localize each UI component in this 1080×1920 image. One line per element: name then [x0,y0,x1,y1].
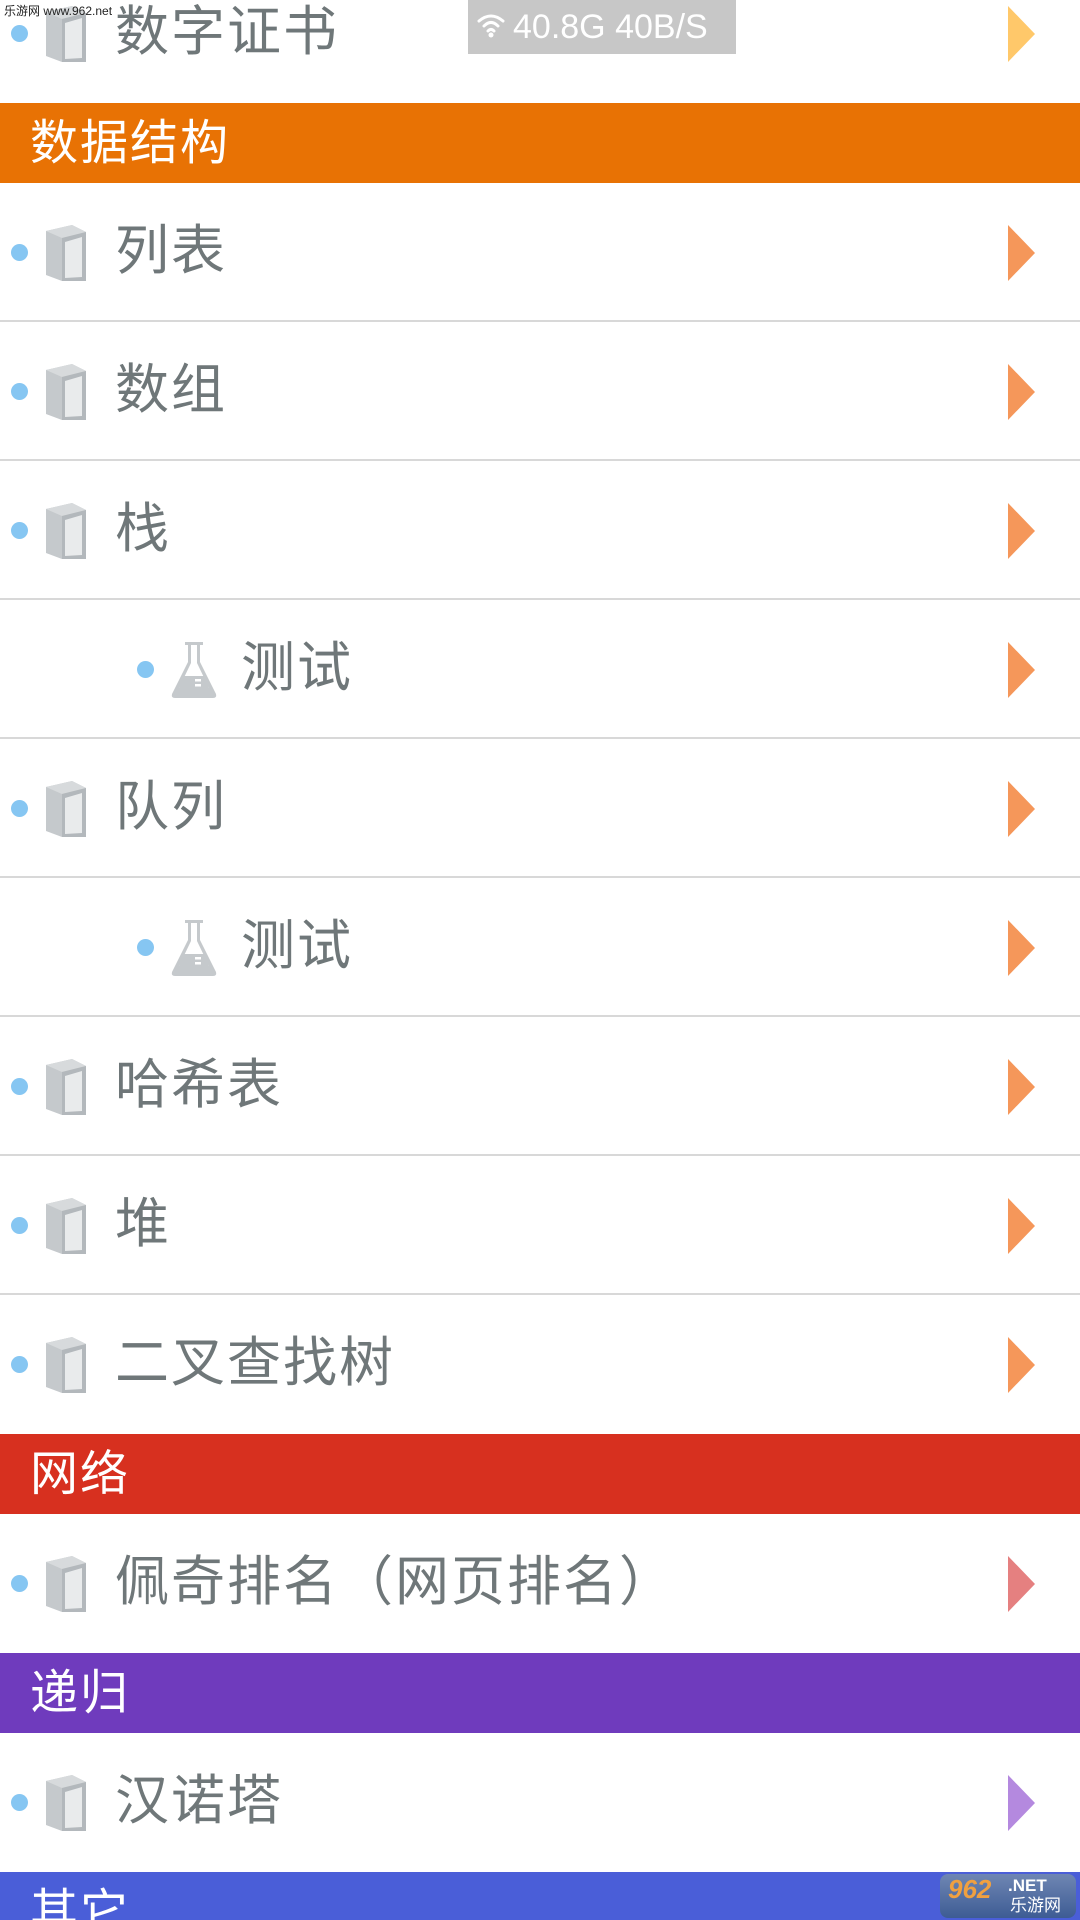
list-item-lesson[interactable]: 堆 [0,1156,1080,1295]
chevron-right-icon [1008,642,1035,698]
list-item-label: 哈希表 [115,1053,283,1116]
bullet-dot [11,800,28,817]
bullet-dot [11,1575,28,1592]
section-header: 网络 [0,1434,1080,1514]
chevron-right-icon [1008,920,1035,976]
bullet-dot [11,522,28,539]
chevron-right-icon [1008,781,1035,837]
list-item-label: 汉诺塔 [115,1769,283,1832]
book-icon [44,1773,88,1837]
list-item-label: 堆 [115,1192,171,1255]
bullet-dot [11,25,28,42]
list-item-lesson[interactable]: 二叉查找树 [0,1295,1080,1434]
bullet-dot [11,244,28,261]
book-icon [44,1335,88,1399]
network-speed-overlay: 40.8G 40B/S [468,0,736,54]
section-header-label: 数据结构 [30,115,231,171]
lesson-list-screen: 数字证书 数据结构 列表 数组栈测试 队列 测试 哈希表堆二叉查找树 网络 佩奇排名（网页排名）… [0,0,1080,1920]
list-item-lesson[interactable]: 佩奇排名（网页排名） [0,1514,1080,1653]
list-item-label: 二叉查找树 [115,1331,395,1394]
list-item-label: 佩奇排名（网页排名） [115,1550,675,1613]
list-item-lesson[interactable]: 汉诺塔 [0,1733,1080,1872]
list-item-label: 数组 [115,358,227,421]
list-item-label: 数字证书 [115,0,339,63]
list-item-label: 列表 [115,219,227,282]
flask-icon [170,918,218,982]
list-item-lesson[interactable]: 列表 [0,183,1080,322]
book-icon [44,779,88,843]
list-item-lesson[interactable]: 哈希表 [0,1017,1080,1156]
list-item-lesson[interactable]: 栈 [0,461,1080,600]
bullet-dot [11,1794,28,1811]
bullet-dot [11,1356,28,1373]
bullet-dot [11,1217,28,1234]
watermark-number: 962 [948,1874,992,1904]
chevron-right-icon [1008,225,1035,281]
list-item-test[interactable]: 测试 [0,878,1080,1017]
list-item-lesson[interactable]: 数组 [0,322,1080,461]
book-icon [44,501,88,565]
list-item-label: 栈 [115,497,171,560]
watermark-net: .NET [1008,1876,1047,1895]
list-item-label: 测试 [241,914,353,977]
watermark-logo: 962 .NET 乐游网 [940,1874,1076,1918]
bullet-dot [11,1078,28,1095]
book-icon [44,1196,88,1260]
bullet-dot [11,383,28,400]
flask-icon [170,640,218,704]
network-speed-text: 40.8G 40B/S [513,8,708,46]
section-header-label: 其它 [30,1884,131,1920]
chevron-right-icon [1008,1556,1035,1612]
section-header-label: 网络 [30,1446,131,1502]
section-header-label: 递归 [30,1665,131,1721]
chevron-right-icon [1008,1198,1035,1254]
chevron-right-icon [1008,6,1035,62]
chevron-right-icon [1008,1775,1035,1831]
bullet-dot [137,661,154,678]
chevron-right-icon [1008,1337,1035,1393]
list-item-lesson[interactable]: 队列 [0,739,1080,878]
list-item-test[interactable]: 测试 [0,600,1080,739]
list-item-label: 测试 [241,636,353,699]
section-header: 递归 [0,1653,1080,1733]
book-icon [44,223,88,287]
chevron-right-icon [1008,503,1035,559]
book-icon [44,362,88,426]
chevron-right-icon [1008,364,1035,420]
bullet-dot [137,939,154,956]
section-header: 数据结构 [0,103,1080,183]
wifi-icon [477,14,505,38]
list-item-label: 队列 [115,775,227,838]
watermark-text: 乐游网 www.962.net [4,4,113,18]
section-header: 其它 [0,1872,1080,1920]
watermark-cn: 乐游网 [1010,1896,1061,1916]
book-icon [44,1554,88,1618]
book-icon [44,1057,88,1121]
chevron-right-icon [1008,1059,1035,1115]
